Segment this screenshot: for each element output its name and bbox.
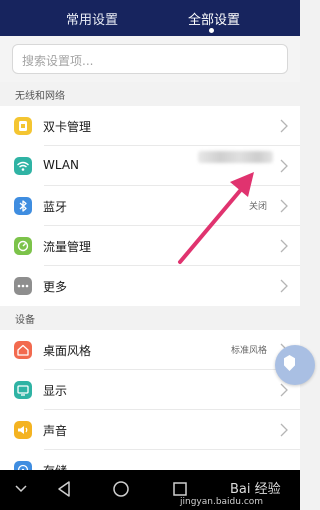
chevron-down-icon[interactable]	[14, 484, 28, 494]
shield-icon	[284, 355, 295, 371]
baidu-jingyan-watermark: Bai 经验 jingyan.baidu.com	[180, 478, 300, 510]
annotation-arrow	[178, 172, 254, 264]
recent-apps-icon[interactable]	[172, 481, 188, 497]
watermark-title: Bai 经验	[230, 482, 281, 497]
watermark-url: jingyan.baidu.com	[180, 497, 264, 507]
floating-assist-button[interactable]	[275, 345, 315, 385]
home-icon[interactable]	[112, 480, 130, 498]
back-icon[interactable]	[56, 480, 72, 498]
